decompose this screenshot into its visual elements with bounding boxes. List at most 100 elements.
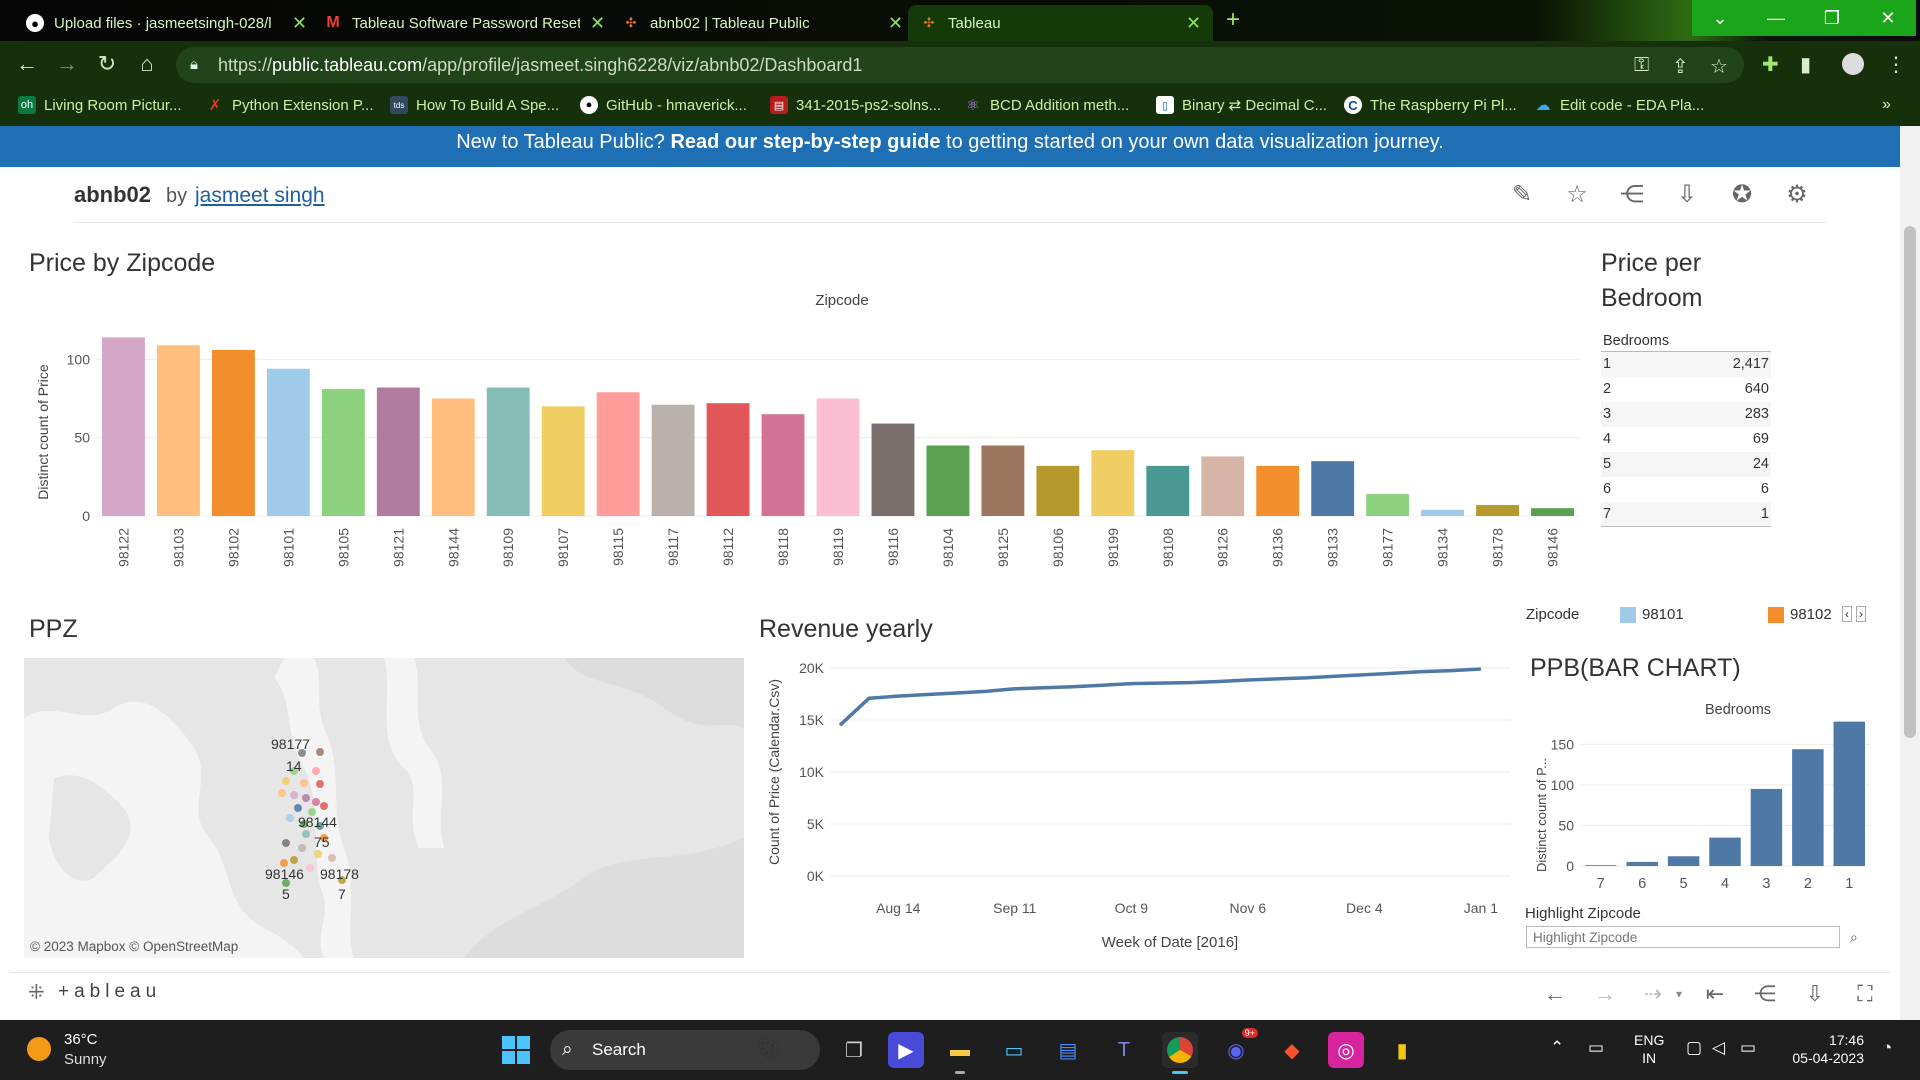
extensions-icon[interactable]: ✚ — [1762, 52, 1779, 77]
bookmark-item[interactable]: ▯ Binary ⇄ Decimal C... — [1156, 96, 1327, 114]
browser-tab-tableau-public[interactable]: ✣ abnb02 | Tableau Public ✕ — [610, 5, 915, 41]
zipcode-markers[interactable] — [24, 658, 744, 958]
highlight-zipcode-input[interactable] — [1526, 926, 1840, 948]
restore-button[interactable]: ❐ — [1804, 0, 1860, 36]
bookmark-star-icon[interactable]: ☆ — [1710, 54, 1728, 79]
browser-tab-gmail[interactable]: M Tableau Software Password Reset ✕ — [312, 5, 617, 41]
close-tab-icon[interactable]: ✕ — [590, 14, 605, 32]
menu-kebab-icon[interactable]: ⋮ — [1886, 52, 1906, 77]
fullscreen-icon[interactable]: ⛶ — [1850, 981, 1880, 1007]
discord-icon[interactable]: ◉ 9+ — [1218, 1028, 1258, 1068]
chrome-icon[interactable] — [1162, 1032, 1198, 1074]
side-panel-icon[interactable]: ▮ — [1800, 52, 1811, 77]
back-arrow-icon[interactable]: ← — [12, 51, 42, 77]
reload-icon[interactable]: ↻ — [92, 51, 122, 77]
ppz-map[interactable]: 98177 14 98144 75 98146 98178 5 7 © 2023… — [24, 658, 744, 958]
table-row[interactable]: 71 — [1601, 502, 1771, 527]
search-icon[interactable]: ⌕ — [1850, 929, 1858, 946]
table-row[interactable]: 3 283 — [1601, 402, 1771, 427]
tab-search-button[interactable]: ⌄ — [1692, 0, 1748, 36]
url-text[interactable]: https://public.tableau.com/app/profile/j… — [218, 55, 862, 76]
reset-icon[interactable]: ⇤ — [1700, 981, 1730, 1007]
minimize-button[interactable]: — — [1748, 0, 1804, 36]
share-icon[interactable]: ⇪ — [1672, 54, 1689, 79]
x-tick-label: 98117 — [665, 528, 681, 566]
start-button[interactable] — [502, 1036, 530, 1064]
network-icon[interactable]: ▢ — [1686, 1038, 1702, 1058]
meet-icon[interactable]: ▶ — [888, 1032, 924, 1068]
share-icon[interactable]: ⋲ — [1617, 180, 1647, 209]
bookmark-item[interactable]: ☁ Edit code - EDA Pla... — [1534, 96, 1705, 115]
tableau-wordmark[interactable]: +ableau — [58, 981, 161, 1003]
download-icon[interactable]: ⇩ — [1800, 981, 1830, 1007]
redo-icon[interactable]: → — [1590, 981, 1620, 1007]
bookmark-item[interactable]: ✗ Python Extension P... — [206, 96, 374, 115]
bookmark-item[interactable]: ⚛ BCD Addition meth... — [964, 96, 1129, 115]
notification-icon[interactable]: ◔ — [1882, 1038, 1892, 1058]
close-window-button[interactable]: ✕ — [1860, 0, 1916, 36]
address-bar[interactable]: 🔒︎ https://public.tableau.com/app/profil… — [176, 47, 1744, 83]
key-icon[interactable]: ⚿ — [1634, 54, 1649, 77]
taskbar-search-box[interactable]: ⌕ Search 🎨︎ — [550, 1030, 820, 1070]
table-row[interactable]: 5 24 — [1601, 452, 1771, 477]
legend-item[interactable]: 98101 — [1620, 606, 1684, 624]
scrollbar-thumb[interactable] — [1904, 226, 1916, 738]
x-tick-label: Dec 4 — [1346, 900, 1383, 916]
author-link[interactable]: jasmeet singh — [195, 184, 325, 208]
clock[interactable]: 17:46 05-04-2023 — [1788, 1031, 1864, 1067]
x-tick-label: 98178 — [1490, 528, 1506, 567]
instagram-icon[interactable]: ◎ — [1328, 1032, 1364, 1068]
more-bookmarks-icon[interactable]: » — [1882, 96, 1891, 114]
map-attribution[interactable]: © 2023 Mapbox © OpenStreetMap — [30, 939, 238, 954]
undo-icon[interactable]: ← — [1540, 981, 1570, 1007]
page-scrollbar[interactable] — [1900, 126, 1920, 1020]
weather-description[interactable]: Sunny — [64, 1051, 107, 1068]
favorite-star-icon[interactable]: ☆ — [1562, 180, 1592, 209]
revert-dropdown-icon[interactable]: ▾ — [1664, 987, 1694, 1001]
bookmark-item[interactable]: ▤ 341-2015-ps2-solns... — [770, 96, 941, 114]
brave-icon[interactable]: ◆ — [1274, 1032, 1310, 1068]
forward-arrow-icon[interactable]: → — [52, 51, 82, 77]
battery-icon[interactable]: ▭ — [1740, 1038, 1756, 1058]
sun-icon[interactable] — [27, 1037, 51, 1061]
power-bi-icon[interactable]: ▮ — [1384, 1032, 1420, 1068]
y-tick-label: 20K — [799, 660, 825, 676]
bookmark-item[interactable]: tds How To Build A Spe... — [390, 96, 559, 114]
new-tab-button[interactable]: + — [1218, 8, 1248, 34]
profile-avatar[interactable] — [1842, 53, 1864, 75]
step-by-step-guide-link[interactable]: Read our step-by-step guide — [670, 131, 940, 153]
price-count-cell: 1 — [1760, 506, 1769, 522]
notepad-icon[interactable]: ▤ — [1050, 1032, 1086, 1068]
table-row[interactable]: 2 640 — [1601, 377, 1771, 402]
remote-desktop-icon[interactable]: ▭ — [996, 1032, 1032, 1068]
close-tab-icon[interactable]: ✕ — [888, 14, 903, 32]
teams-icon[interactable]: T — [1106, 1032, 1142, 1068]
table-row[interactable]: 4 69 — [1601, 427, 1771, 452]
home-icon[interactable]: ⌂ — [132, 51, 162, 77]
badge-icon[interactable]: ✪ — [1727, 180, 1757, 209]
settings-gear-icon[interactable]: ⚙ — [1782, 180, 1812, 209]
edit-icon[interactable]: ✎ — [1507, 180, 1537, 209]
table-row[interactable]: 66 — [1601, 477, 1771, 502]
table-row[interactable]: 1 2,417 — [1601, 352, 1771, 377]
browser-tab-github[interactable]: ● Upload files · jasmeetsingh-028/l ✕ — [14, 5, 319, 41]
tray-chevron-up-icon[interactable]: ⌃ — [1550, 1038, 1564, 1058]
bookmark-item[interactable]: oh Living Room Pictur... — [18, 96, 182, 114]
share-icon[interactable]: ⋲ — [1750, 981, 1780, 1007]
download-icon[interactable]: ⇩ — [1672, 180, 1702, 209]
close-tab-icon[interactable]: ✕ — [292, 14, 307, 32]
bookmark-item[interactable]: ● GitHub - hmaverick... — [580, 96, 747, 114]
file-explorer-icon[interactable]: ▬ — [942, 1032, 978, 1074]
legend-prev-icon[interactable]: ‹ — [1842, 606, 1852, 622]
language-indicator[interactable]: ENG IN — [1634, 1031, 1664, 1067]
close-tab-icon[interactable]: ✕ — [1186, 14, 1201, 32]
bookmark-item[interactable]: C The Raspberry Pi Pl... — [1344, 96, 1517, 114]
legend-next-icon[interactable]: › — [1856, 606, 1866, 622]
bar — [1833, 721, 1866, 866]
weather-temperature[interactable]: 36°C — [64, 1031, 98, 1048]
legend-item[interactable]: 98102 — [1768, 606, 1832, 624]
task-view-icon[interactable]: ❐ — [836, 1032, 872, 1068]
volume-icon[interactable]: ◁ — [1712, 1038, 1725, 1058]
keyboard-icon[interactable]: ▭ — [1588, 1038, 1604, 1058]
browser-tab-tableau[interactable]: ✣ Tableau ✕ — [908, 5, 1214, 41]
